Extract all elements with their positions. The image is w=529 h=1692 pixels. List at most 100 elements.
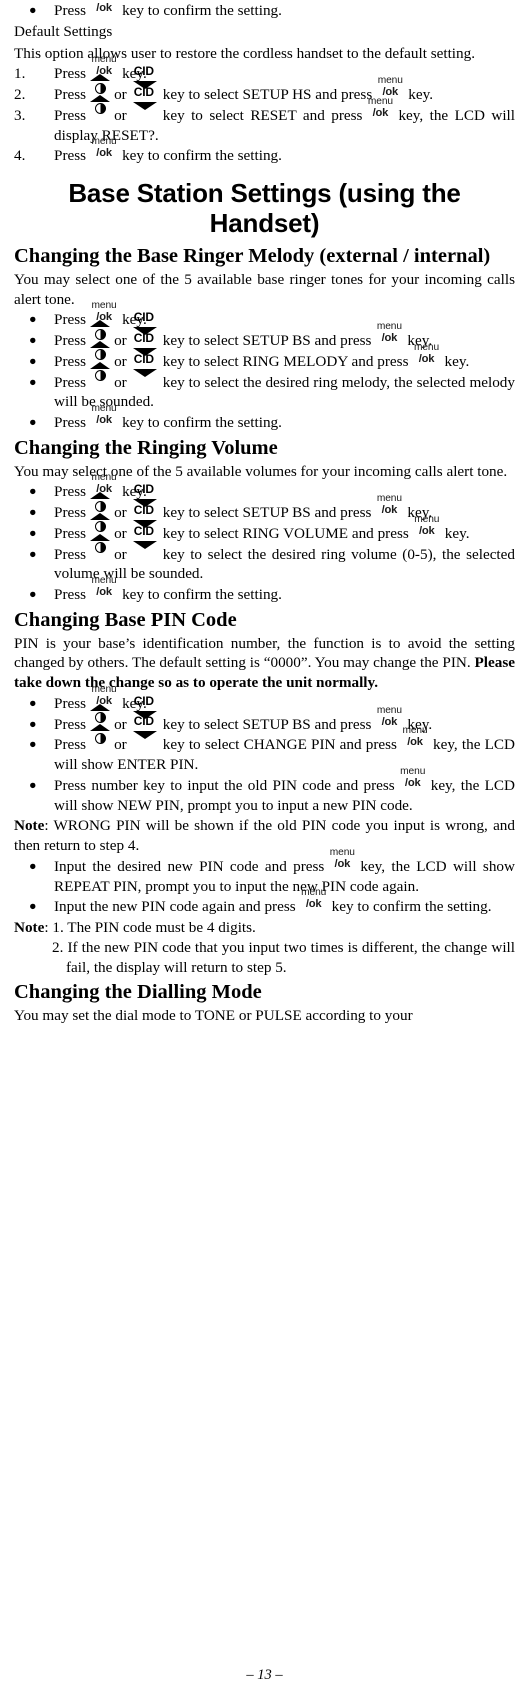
menu-ok-key-icon: menu/ok xyxy=(374,493,404,517)
cid-label: CID xyxy=(133,523,154,538)
list-item: ● Input the desired new PIN code and pre… xyxy=(14,847,515,897)
page-footer: – 13 – xyxy=(246,1667,283,1683)
press-label: Press xyxy=(54,373,87,391)
bullet-marker: ● xyxy=(29,312,37,327)
menu-ok-key-top-label: menu xyxy=(400,765,426,777)
bullet-marker: ● xyxy=(29,505,37,520)
down-arrow-icon xyxy=(132,540,157,549)
press-label: Press xyxy=(54,332,87,350)
redial-circle-icon xyxy=(94,82,106,94)
section-heading-ringer-melody: Changing the Base Ringer Melody (externa… xyxy=(14,245,491,268)
redial-circle-icon xyxy=(94,103,106,115)
up-arrow-icon xyxy=(90,320,111,328)
up-arrow-icon xyxy=(90,340,111,348)
menu-ok-key-icon: menu/ok xyxy=(412,514,442,538)
menu-ok-key-top-label: menu xyxy=(301,887,327,899)
menu-ok-key-bottom-label: /ok xyxy=(381,504,398,517)
section-heading-dialling-mode: Changing the Dialling Mode xyxy=(14,981,262,1004)
list-item-text: Press or CID key to select the desired ring… xyxy=(54,524,515,582)
list-item-text: Input the new PIN code again and press me… xyxy=(54,887,492,915)
menu-ok-key-top-label: menu xyxy=(376,321,402,333)
list-item: ● Pressmenu/okkey to confirm the setting… xyxy=(14,575,515,605)
cid-label: CID xyxy=(133,502,154,517)
press-label: Press xyxy=(54,65,87,83)
menu-ok-key-bottom-label: /ok xyxy=(96,414,112,427)
cid-label: CID xyxy=(133,482,154,497)
menu-ok-key-top-label: menu xyxy=(329,846,355,858)
down-cid-key-icon: CID xyxy=(130,85,160,120)
press-label: Press xyxy=(54,86,87,103)
list-item-text: Press or CID key to select SETUP BS and pre… xyxy=(54,483,432,522)
list-item-tail: key. xyxy=(408,86,433,103)
menu-ok-key-bottom-label: /ok xyxy=(305,898,322,911)
list-item-text: Input the desired new PIN code and press… xyxy=(54,847,515,895)
note-label: Note xyxy=(14,919,45,937)
up-arrow-icon xyxy=(90,703,111,711)
section-heading-default-settings: Default Settings xyxy=(14,23,113,41)
cid-label: CID xyxy=(133,330,154,345)
bullet-marker: ● xyxy=(29,3,37,17)
menu-ok-key-bottom-label: /ok xyxy=(407,736,423,749)
or-label: or xyxy=(114,545,127,563)
bullet-marker: ● xyxy=(29,737,37,752)
press-label: Press xyxy=(54,504,87,522)
up-redial-key-icon xyxy=(89,361,111,387)
manual-page: ● Pressmenu/okkey to confirm the setting… xyxy=(0,0,529,1692)
list-item-text: Press or CID key to select the desired ring… xyxy=(54,352,515,410)
menu-ok-key-bottom-label: /ok xyxy=(419,524,435,537)
menu-ok-key-bottom-label: /ok xyxy=(334,857,351,870)
press-label: Press xyxy=(54,311,87,329)
press-label: Press xyxy=(54,694,87,712)
bullet-marker: ● xyxy=(29,587,37,602)
list-item: ● Pressmenu/okkey to confirm the setting… xyxy=(14,403,515,433)
note-label: Note xyxy=(14,817,45,835)
or-label: or xyxy=(114,106,127,124)
list-item-text: Press or CID key to select RING MELODY and … xyxy=(54,331,469,370)
up-redial-key-icon xyxy=(89,94,111,120)
menu-ok-key-icon: menu/ok xyxy=(398,766,428,790)
press-label: Press xyxy=(54,414,87,432)
list-item: ● Pressmenu/okkey to confirm the setting… xyxy=(14,0,515,21)
redial-circle-icon xyxy=(94,521,106,533)
bullet-marker: ● xyxy=(29,374,37,389)
step-number: 1. xyxy=(14,65,26,83)
list-item-head: Press number key to input the old PIN co… xyxy=(54,776,395,794)
list-item-text: Pressmenu/okkey to confirm the setting. xyxy=(54,575,282,603)
list-item-mid: key to select SETUP BS and press xyxy=(162,715,372,733)
list-item-text: Pressmenu/okkey to confirm the setting. xyxy=(54,136,282,164)
menu-ok-key-top-label: menu xyxy=(91,403,117,415)
menu-ok-key-icon: menu/ok xyxy=(327,847,357,871)
list-item-text: Press or CID key to select SETUP BS and pre… xyxy=(54,311,432,350)
menu-ok-key-top-label: menu xyxy=(91,54,117,66)
menu-ok-key-icon: menu/ok xyxy=(89,575,119,599)
menu-ok-key-top-label: menu xyxy=(377,75,403,86)
menu-ok-key-icon: menu/ok xyxy=(299,887,329,911)
list-item-mid: key to select CHANGE PIN and press xyxy=(162,736,397,754)
list-item-mid: key to select RESET and press xyxy=(162,106,363,124)
menu-ok-key-icon: menu/ok xyxy=(374,321,404,345)
bullet-marker: ● xyxy=(29,858,37,873)
menu-ok-key-top-label: menu xyxy=(376,704,402,716)
list-item-mid: key to select RING MELODY and press xyxy=(162,352,409,370)
note-text: : WRONG PIN will be shown if the old PIN… xyxy=(14,817,515,855)
menu-ok-key-icon: menu/ok xyxy=(365,96,395,120)
menu-ok-key-icon: menu/ok xyxy=(89,136,119,160)
or-label: or xyxy=(114,715,127,733)
menu-ok-key-bottom-label: /ok xyxy=(96,147,112,160)
or-label: or xyxy=(114,373,127,391)
or-label: or xyxy=(114,86,127,103)
up-redial-key-icon xyxy=(89,533,111,559)
bullet-marker: ● xyxy=(29,484,37,499)
list-item-text: Press or CID key to select RING VOLUME and … xyxy=(54,503,470,542)
list-item: ● Press or CID key to select CHANGE PIN and… xyxy=(14,715,515,775)
redial-circle-icon xyxy=(94,712,106,724)
menu-ok-key-bottom-label: /ok xyxy=(96,2,112,14)
list-item-mid: key to select SETUP BS and press xyxy=(162,332,372,350)
up-redial-key-icon xyxy=(89,724,111,749)
section-heading-ringing-volume: Changing the Ringing Volume xyxy=(14,436,278,459)
note-wrong-pin: Note: WRONG PIN will be shown if the old… xyxy=(14,816,515,856)
cid-label: CID xyxy=(133,310,154,325)
press-label: Press xyxy=(54,545,87,563)
press-label: Press xyxy=(54,524,87,542)
bullet-marker: ● xyxy=(29,777,37,792)
